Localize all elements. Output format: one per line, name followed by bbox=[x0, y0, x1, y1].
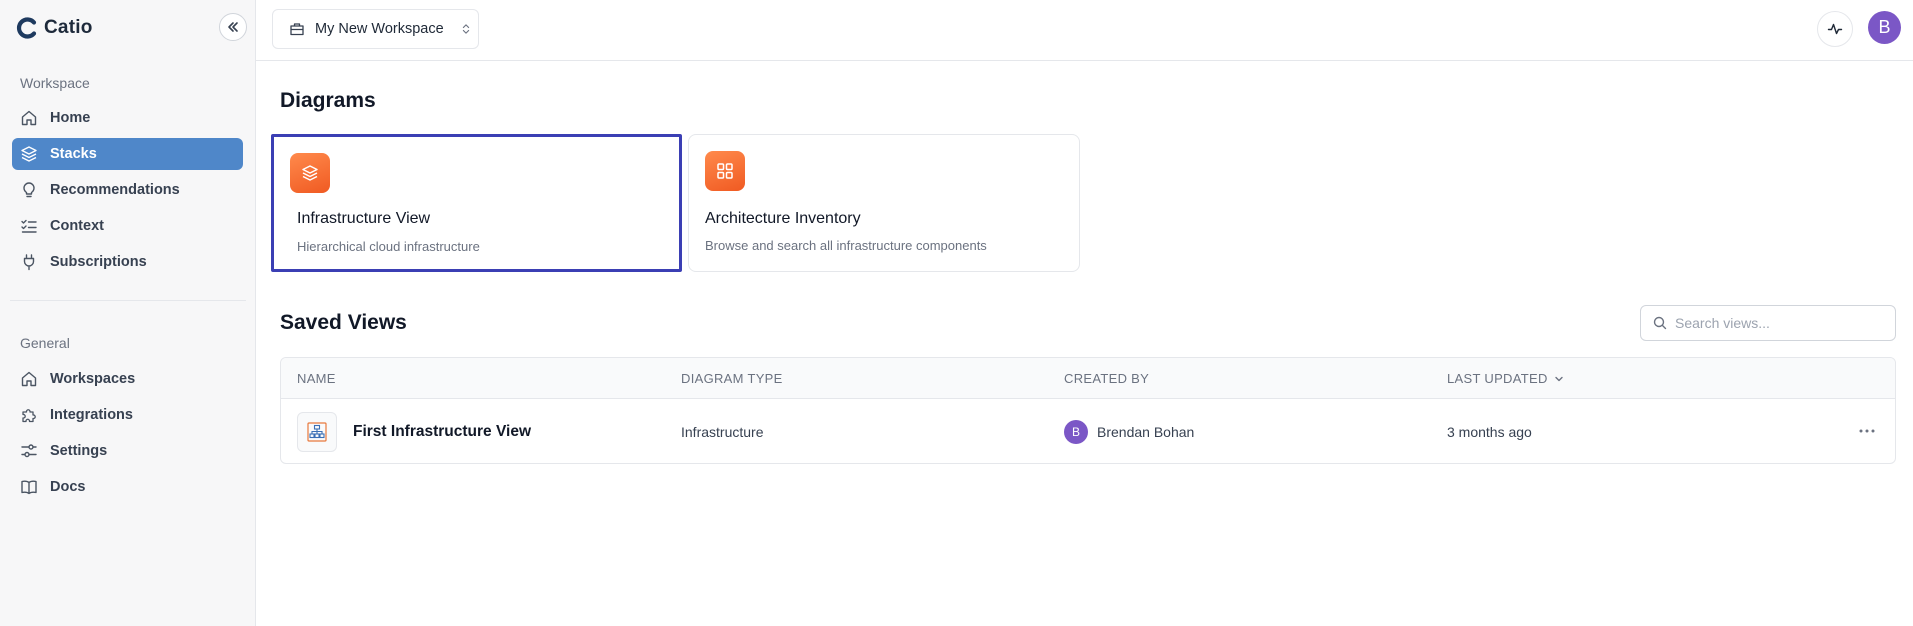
view-name[interactable]: First Infrastructure View bbox=[353, 423, 531, 441]
card-description: Browse and search all infrastructure com… bbox=[705, 238, 987, 253]
section-label-general: General bbox=[20, 335, 70, 351]
home-icon bbox=[21, 371, 37, 387]
activity-button[interactable] bbox=[1817, 11, 1853, 47]
sidebar-item-label: Workspaces bbox=[50, 371, 136, 387]
column-header-name[interactable]: NAME bbox=[297, 371, 336, 386]
sidebar-item-label: Stacks bbox=[50, 146, 97, 162]
cell-diagram-type: Infrastructure bbox=[681, 423, 764, 440]
column-header-last-updated[interactable]: LAST UPDATED bbox=[1447, 371, 1564, 386]
sidebar-item-context[interactable]: Context bbox=[12, 210, 243, 242]
collapse-sidebar-button[interactable] bbox=[219, 13, 247, 41]
brand-name: Catio bbox=[44, 17, 93, 38]
table-row[interactable]: First Infrastructure View Infrastructure… bbox=[281, 399, 1895, 463]
grid-icon bbox=[717, 163, 733, 179]
catio-logo-icon bbox=[16, 17, 37, 39]
sidebar-item-recommendations[interactable]: Recommendations bbox=[12, 174, 243, 206]
sliders-icon bbox=[21, 444, 37, 458]
saved-views-title: Saved Views bbox=[280, 311, 407, 334]
column-header-created-by[interactable]: CREATED BY bbox=[1064, 371, 1149, 386]
search-views-input[interactable] bbox=[1675, 315, 1875, 331]
brand[interactable]: Catio bbox=[16, 16, 93, 40]
sidebar-item-subscriptions[interactable]: Subscriptions bbox=[12, 246, 243, 278]
creator-name: Brendan Bohan bbox=[1097, 423, 1195, 440]
chevrons-up-down-icon bbox=[462, 24, 469, 34]
sidebar-item-label: Integrations bbox=[50, 407, 133, 423]
chevrons-left-icon bbox=[228, 22, 238, 32]
saved-views-table: NAME DIAGRAM TYPE CREATED BY LAST UPDATE… bbox=[280, 357, 1896, 464]
card-icon bbox=[290, 153, 330, 193]
workspace-selector[interactable]: My New Workspace bbox=[272, 9, 479, 49]
search-views-box[interactable] bbox=[1640, 305, 1896, 341]
layers-icon bbox=[21, 146, 37, 162]
list-checks-icon bbox=[21, 219, 37, 233]
diagram-card-infrastructure-view[interactable]: Infrastructure View Hierarchical cloud i… bbox=[271, 134, 682, 272]
user-avatar[interactable]: B bbox=[1868, 11, 1901, 44]
sidebar-item-home[interactable]: Home bbox=[12, 102, 243, 134]
column-header-diagram-type[interactable]: DIAGRAM TYPE bbox=[681, 371, 783, 386]
sidebar-item-label: Subscriptions bbox=[50, 254, 147, 270]
diagram-card-architecture-inventory[interactable]: Architecture Inventory Browse and search… bbox=[688, 134, 1080, 272]
book-icon bbox=[21, 480, 37, 495]
sidebar-item-label: Context bbox=[50, 218, 104, 234]
sidebar-item-settings[interactable]: Settings bbox=[12, 435, 243, 467]
puzzle-icon bbox=[22, 409, 36, 423]
card-icon bbox=[705, 151, 745, 191]
column-header-label: LAST UPDATED bbox=[1447, 371, 1548, 386]
cell-created-by: B Brendan Bohan bbox=[1064, 399, 1195, 463]
activity-icon bbox=[1827, 23, 1843, 35]
briefcase-icon bbox=[290, 23, 304, 36]
chevron-down-icon bbox=[1554, 376, 1563, 381]
diagrams-title: Diagrams bbox=[280, 89, 376, 112]
layers-icon bbox=[302, 165, 318, 181]
cell-last-updated: 3 months ago bbox=[1447, 423, 1532, 440]
sidebar-item-stacks[interactable]: Stacks bbox=[12, 138, 243, 170]
sidebar-item-label: Home bbox=[50, 110, 91, 126]
sidebar-item-label: Settings bbox=[50, 443, 108, 459]
hierarchy-diagram-icon bbox=[307, 421, 327, 442]
table-header: NAME DIAGRAM TYPE CREATED BY LAST UPDATE… bbox=[281, 358, 1895, 399]
card-title: Infrastructure View bbox=[297, 210, 431, 227]
card-title: Architecture Inventory bbox=[705, 210, 861, 227]
creator-avatar: B bbox=[1064, 419, 1088, 444]
card-description: Hierarchical cloud infrastructure bbox=[297, 239, 480, 254]
section-label-workspace: Workspace bbox=[20, 75, 90, 91]
sidebar-item-label: Recommendations bbox=[50, 182, 180, 198]
workspace-name: My New Workspace bbox=[315, 21, 444, 37]
diagram-thumbnail bbox=[297, 411, 337, 452]
home-icon bbox=[21, 110, 37, 126]
more-horizontal-icon bbox=[1859, 429, 1875, 433]
sidebar-item-label: Docs bbox=[50, 479, 86, 495]
cell-name: First Infrastructure View bbox=[297, 399, 531, 463]
search-icon bbox=[1653, 316, 1667, 330]
sidebar-item-workspaces[interactable]: Workspaces bbox=[12, 363, 243, 395]
sidebar-divider bbox=[10, 300, 246, 301]
sidebar-item-integrations[interactable]: Integrations bbox=[12, 399, 243, 431]
sidebar-item-docs[interactable]: Docs bbox=[12, 471, 243, 503]
row-more-button[interactable] bbox=[1855, 421, 1879, 441]
lightbulb-icon bbox=[23, 182, 35, 198]
plug-icon bbox=[23, 254, 35, 271]
top-bar: My New Workspace B bbox=[256, 0, 1913, 61]
sidebar: Catio Workspace Home Stacks Recommendati… bbox=[0, 0, 256, 626]
